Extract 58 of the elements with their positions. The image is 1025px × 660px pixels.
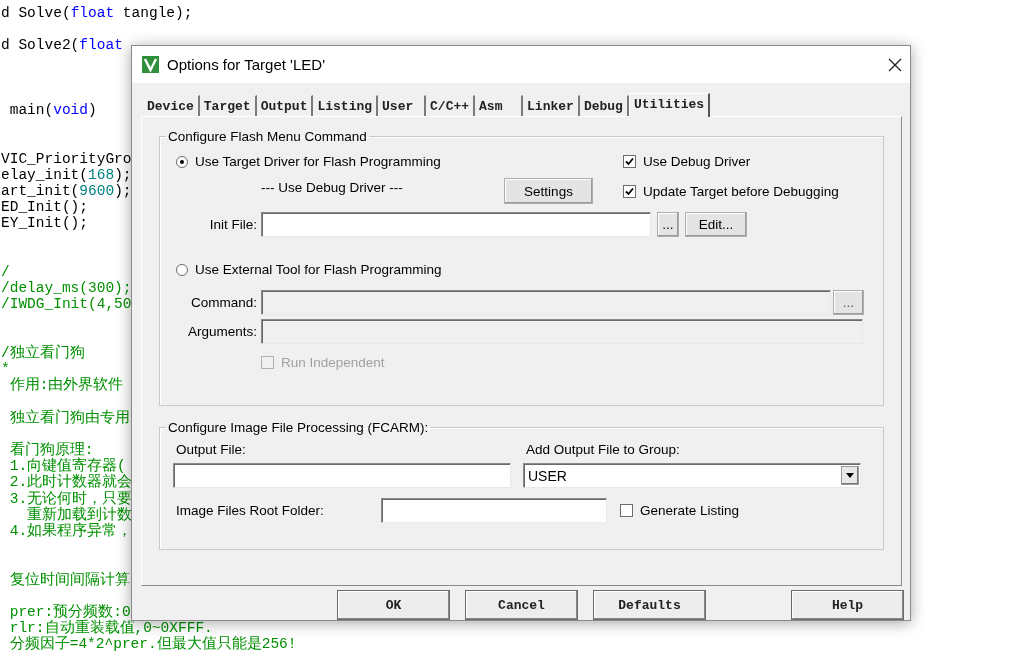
code-line: d Solve(float tangle);	[1, 5, 193, 22]
field-label: Add Output File to Group:	[526, 442, 680, 457]
tab[interactable]: Utilities	[628, 93, 711, 117]
code-line: /IWDG_Init(4,50	[1, 296, 132, 313]
checkbox-label: Run Independent	[281, 355, 385, 370]
checkbox[interactable]	[623, 184, 636, 198]
caret-icon	[846, 473, 854, 478]
dialog-button[interactable]: Defaults	[593, 590, 706, 620]
app-logo-icon	[142, 56, 159, 73]
code-line: 3.无论何时，只要	[8, 490, 133, 507]
code-line: elay_init(168);	[1, 166, 132, 184]
dialog-button[interactable]: Help	[791, 590, 904, 620]
code-line: VIC_PriorityGro	[1, 150, 132, 167]
root-folder-field[interactable]	[381, 498, 607, 523]
output-file-field[interactable]	[173, 463, 511, 488]
field-label: Image Files Root Folder:	[176, 503, 325, 518]
code-line: 1.向键值寄存器(	[8, 458, 126, 475]
checkbox[interactable]	[620, 504, 633, 517]
code-line: 2.此时计数器就会	[8, 474, 133, 491]
browse-button[interactable]: ...	[657, 212, 679, 237]
code-line: d Solve2(float	[1, 37, 123, 54]
code-line: /	[1, 264, 10, 281]
code-line: prer:预分频数:0	[8, 603, 131, 620]
checkbox-label: Generate Listing	[640, 503, 740, 518]
field-label: Command:	[189, 295, 257, 310]
dialog-button[interactable]: OK	[337, 590, 450, 620]
window-title: Options for Target 'LED'	[167, 56, 327, 73]
settings-button[interactable]: Settings	[504, 178, 593, 204]
group-title: Configure Image File Processing (FCARM):	[167, 420, 430, 435]
edit-button[interactable]: Edit...	[685, 212, 747, 237]
option-label: Use External Tool for Flash Programming	[195, 262, 442, 277]
code-line: /独立看门狗	[1, 344, 85, 362]
dialog-button[interactable]: Cancel	[465, 590, 578, 620]
field-label: Output File:	[176, 442, 247, 457]
code-line: ED_Init();	[1, 199, 88, 216]
init-file-field[interactable]	[261, 212, 651, 237]
field-label: Arguments:	[186, 324, 257, 339]
code-line: 分频因子=4*2^prer.但最大值只能是256!	[8, 636, 297, 653]
driver-label: --- Use Debug Driver ---	[261, 180, 404, 195]
option-label: Use Target Driver for Flash Programming	[195, 154, 441, 169]
field-label: Init File:	[208, 217, 257, 232]
group-dropdown[interactable]: USER	[523, 463, 861, 488]
code-line: EY_Init();	[1, 215, 88, 232]
group-title: Configure Flash Menu Command	[167, 129, 368, 144]
code-line: 复位时间间隔计算	[8, 571, 130, 588]
code-line: /delay_ms(300);	[1, 280, 132, 297]
code-line: main(void)	[8, 102, 97, 119]
code-line: 作用:由外界软件	[8, 377, 124, 394]
radio-button[interactable]	[176, 155, 188, 168]
checkbox-label: Use Debug Driver	[643, 154, 751, 169]
code-line: 重新加载到计数	[26, 506, 133, 523]
code-line: 独立看门狗由专用	[8, 409, 130, 426]
code-line: *	[1, 361, 10, 378]
radio-button[interactable]	[176, 263, 188, 276]
code-line: 4.如果程序异常，	[8, 523, 133, 540]
code-line: art_init(9600);	[1, 183, 132, 200]
checkbox-label: Update Target before Debugging	[643, 183, 839, 199]
checkbox[interactable]	[623, 155, 636, 168]
